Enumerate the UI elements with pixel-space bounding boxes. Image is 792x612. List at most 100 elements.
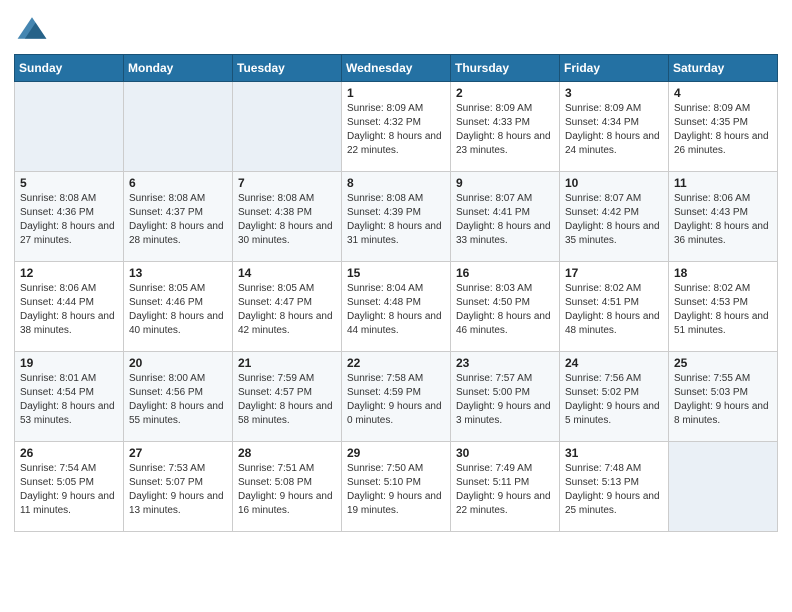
day-info: Sunrise: 8:01 AMSunset: 4:54 PMDaylight:…	[20, 372, 118, 428]
day-info: Sunrise: 8:09 AMSunset: 4:33 PMDaylight:…	[456, 102, 554, 158]
day-info: Sunrise: 8:09 AMSunset: 4:32 PMDaylight:…	[347, 102, 445, 158]
weekday-header-tuesday: Tuesday	[233, 55, 342, 82]
calendar-cell: 14 Sunrise: 8:05 AMSunset: 4:47 PMDayligh…	[233, 262, 342, 352]
day-info: Sunrise: 8:06 AMSunset: 4:44 PMDaylight:…	[20, 282, 118, 338]
weekday-header-saturday: Saturday	[669, 55, 778, 82]
day-number: 14	[238, 266, 336, 280]
day-number: 17	[565, 266, 663, 280]
calendar-cell	[669, 442, 778, 532]
day-number: 12	[20, 266, 118, 280]
weekday-header-row: SundayMondayTuesdayWednesdayThursdayFrid…	[15, 55, 778, 82]
calendar-cell	[15, 82, 124, 172]
day-number: 7	[238, 176, 336, 190]
week-row-3: 12 Sunrise: 8:06 AMSunset: 4:44 PMDayligh…	[15, 262, 778, 352]
day-info: Sunrise: 7:59 AMSunset: 4:57 PMDaylight:…	[238, 372, 336, 428]
day-number: 25	[674, 356, 772, 370]
day-number: 19	[20, 356, 118, 370]
day-info: Sunrise: 7:48 AMSunset: 5:13 PMDaylight:…	[565, 462, 663, 518]
calendar-cell: 19 Sunrise: 8:01 AMSunset: 4:54 PMDayligh…	[15, 352, 124, 442]
week-row-4: 19 Sunrise: 8:01 AMSunset: 4:54 PMDayligh…	[15, 352, 778, 442]
day-info: Sunrise: 7:54 AMSunset: 5:05 PMDaylight:…	[20, 462, 118, 518]
calendar-cell: 4Sunrise: 8:09 AMSunset: 4:35 PMDaylight…	[669, 82, 778, 172]
weekday-header-monday: Monday	[124, 55, 233, 82]
page: SundayMondayTuesdayWednesdayThursdayFrid…	[0, 0, 792, 546]
calendar-cell: 10Sunrise: 8:07 AMSunset: 4:42 PMDayligh…	[560, 172, 669, 262]
day-number: 16	[456, 266, 554, 280]
day-number: 24	[565, 356, 663, 370]
calendar-cell: 29Sunrise: 7:50 AMSunset: 5:10 PMDayligh…	[342, 442, 451, 532]
logo	[14, 10, 54, 46]
day-number: 2	[456, 86, 554, 100]
day-info: Sunrise: 8:08 AMSunset: 4:38 PMDaylight:…	[238, 192, 336, 248]
day-number: 21	[238, 356, 336, 370]
calendar-cell: 21 Sunrise: 7:59 AMSunset: 4:57 PMDayligh…	[233, 352, 342, 442]
calendar-cell: 24 Sunrise: 7:56 AMSunset: 5:02 PMDayligh…	[560, 352, 669, 442]
day-info: Sunrise: 7:57 AMSunset: 5:00 PMDaylight:…	[456, 372, 554, 428]
day-info: Sunrise: 8:02 AMSunset: 4:51 PMDaylight:…	[565, 282, 663, 338]
day-info: Sunrise: 7:56 AMSunset: 5:02 PMDaylight:…	[565, 372, 663, 428]
day-info: Sunrise: 8:08 AMSunset: 4:36 PMDaylight:…	[20, 192, 118, 248]
day-info: Sunrise: 8:05 AMSunset: 4:47 PMDaylight:…	[238, 282, 336, 338]
calendar-cell: 1 Sunrise: 8:09 AMSunset: 4:32 PMDaylight…	[342, 82, 451, 172]
header	[14, 10, 778, 46]
calendar-cell: 5 Sunrise: 8:08 AMSunset: 4:36 PMDaylight…	[15, 172, 124, 262]
calendar-cell: 28Sunrise: 7:51 AMSunset: 5:08 PMDayligh…	[233, 442, 342, 532]
day-number: 20	[129, 356, 227, 370]
calendar-cell: 20 Sunrise: 8:00 AMSunset: 4:56 PMDayligh…	[124, 352, 233, 442]
calendar-cell: 17 Sunrise: 8:02 AMSunset: 4:51 PMDayligh…	[560, 262, 669, 352]
calendar-cell: 15 Sunrise: 8:04 AMSunset: 4:48 PMDayligh…	[342, 262, 451, 352]
day-number: 11	[674, 176, 772, 190]
calendar-cell: 16 Sunrise: 8:03 AMSunset: 4:50 PMDayligh…	[451, 262, 560, 352]
day-info: Sunrise: 7:51 AMSunset: 5:08 PMDaylight:…	[238, 462, 336, 518]
day-info: Sunrise: 8:09 AMSunset: 4:34 PMDaylight:…	[565, 102, 663, 158]
calendar-cell: 30 Sunrise: 7:49 AMSunset: 5:11 PMDayligh…	[451, 442, 560, 532]
calendar-cell: 26 Sunrise: 7:54 AMSunset: 5:05 PMDayligh…	[15, 442, 124, 532]
day-info: Sunrise: 8:08 AMSunset: 4:37 PMDaylight:…	[129, 192, 227, 248]
day-info: Sunrise: 8:06 AMSunset: 4:43 PMDaylight:…	[674, 192, 772, 248]
day-info: Sunrise: 8:05 AMSunset: 4:46 PMDaylight:…	[129, 282, 227, 338]
calendar-cell	[233, 82, 342, 172]
calendar-cell: 23 Sunrise: 7:57 AMSunset: 5:00 PMDayligh…	[451, 352, 560, 442]
calendar-cell: 6Sunrise: 8:08 AMSunset: 4:37 PMDaylight…	[124, 172, 233, 262]
week-row-2: 5 Sunrise: 8:08 AMSunset: 4:36 PMDaylight…	[15, 172, 778, 262]
day-number: 9	[456, 176, 554, 190]
calendar-cell	[124, 82, 233, 172]
day-info: Sunrise: 8:09 AMSunset: 4:35 PMDaylight:…	[674, 102, 772, 158]
weekday-header-thursday: Thursday	[451, 55, 560, 82]
day-number: 13	[129, 266, 227, 280]
day-number: 8	[347, 176, 445, 190]
day-number: 26	[20, 446, 118, 460]
calendar-cell: 25Sunrise: 7:55 AMSunset: 5:03 PMDayligh…	[669, 352, 778, 442]
calendar-cell: 11 Sunrise: 8:06 AMSunset: 4:43 PMDayligh…	[669, 172, 778, 262]
weekday-header-sunday: Sunday	[15, 55, 124, 82]
week-row-1: 1 Sunrise: 8:09 AMSunset: 4:32 PMDaylight…	[15, 82, 778, 172]
calendar-cell: 31 Sunrise: 7:48 AMSunset: 5:13 PMDayligh…	[560, 442, 669, 532]
logo-icon	[14, 10, 50, 46]
day-number: 5	[20, 176, 118, 190]
day-info: Sunrise: 7:58 AMSunset: 4:59 PMDaylight:…	[347, 372, 445, 428]
weekday-header-wednesday: Wednesday	[342, 55, 451, 82]
day-info: Sunrise: 8:00 AMSunset: 4:56 PMDaylight:…	[129, 372, 227, 428]
calendar-cell: 18Sunrise: 8:02 AMSunset: 4:53 PMDayligh…	[669, 262, 778, 352]
calendar-cell: 13 Sunrise: 8:05 AMSunset: 4:46 PMDayligh…	[124, 262, 233, 352]
calendar-cell: 22 Sunrise: 7:58 AMSunset: 4:59 PMDayligh…	[342, 352, 451, 442]
day-info: Sunrise: 7:53 AMSunset: 5:07 PMDaylight:…	[129, 462, 227, 518]
day-info: Sunrise: 8:08 AMSunset: 4:39 PMDaylight:…	[347, 192, 445, 248]
day-number: 15	[347, 266, 445, 280]
day-info: Sunrise: 8:07 AMSunset: 4:41 PMDaylight:…	[456, 192, 554, 248]
day-number: 22	[347, 356, 445, 370]
day-info: Sunrise: 8:02 AMSunset: 4:53 PMDaylight:…	[674, 282, 772, 338]
day-number: 1	[347, 86, 445, 100]
day-info: Sunrise: 8:04 AMSunset: 4:48 PMDaylight:…	[347, 282, 445, 338]
day-number: 31	[565, 446, 663, 460]
calendar-cell: 27 Sunrise: 7:53 AMSunset: 5:07 PMDayligh…	[124, 442, 233, 532]
calendar-cell: 3Sunrise: 8:09 AMSunset: 4:34 PMDaylight…	[560, 82, 669, 172]
day-number: 23	[456, 356, 554, 370]
calendar: SundayMondayTuesdayWednesdayThursdayFrid…	[14, 54, 778, 532]
day-number: 27	[129, 446, 227, 460]
day-info: Sunrise: 7:49 AMSunset: 5:11 PMDaylight:…	[456, 462, 554, 518]
day-number: 30	[456, 446, 554, 460]
calendar-cell: 8 Sunrise: 8:08 AMSunset: 4:39 PMDaylight…	[342, 172, 451, 262]
day-info: Sunrise: 8:07 AMSunset: 4:42 PMDaylight:…	[565, 192, 663, 248]
day-info: Sunrise: 8:03 AMSunset: 4:50 PMDaylight:…	[456, 282, 554, 338]
